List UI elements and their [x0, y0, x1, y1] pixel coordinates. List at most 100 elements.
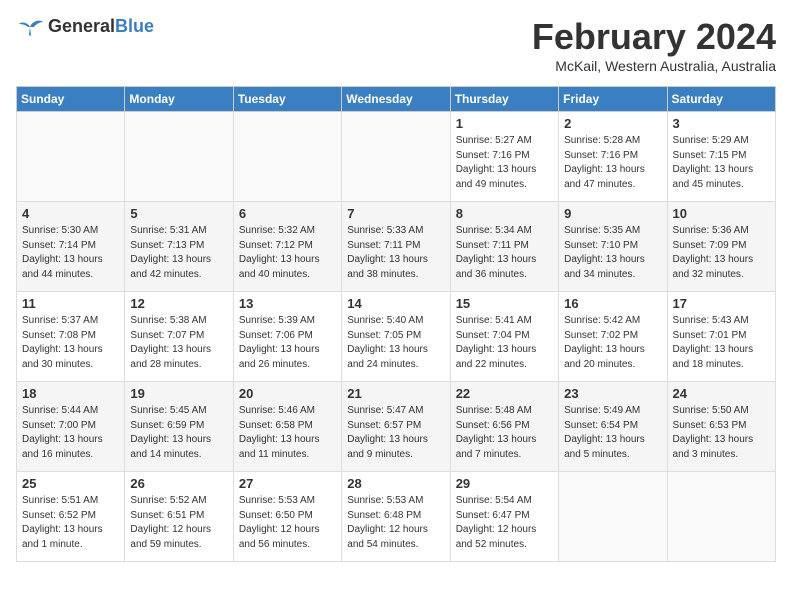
header-saturday: Saturday	[667, 87, 775, 112]
calendar-cell: 25Sunrise: 5:51 AMSunset: 6:52 PMDayligh…	[17, 472, 125, 562]
calendar-cell: 19 Sunrise: 5:45 AMSunset: 6:59 PMDayligh…	[125, 382, 233, 472]
calendar-cell: 10 Sunrise: 5:36 AMSunset: 7:09 PMDayligh…	[667, 202, 775, 292]
day-number: 19	[130, 386, 227, 401]
calendar-cell: 1Sunrise: 5:27 AMSunset: 7:16 PMDaylight…	[450, 112, 558, 202]
logo-blue: Blue	[115, 16, 154, 36]
calendar-cell: 29 Sunrise: 5:54 AMSunset: 6:47 PMDayligh…	[450, 472, 558, 562]
day-number: 22	[456, 386, 553, 401]
day-info: Sunrise: 5:37 AMSunset: 7:08 PMDaylight:…	[22, 314, 119, 372]
calendar-cell: 5Sunrise: 5:31 AMSunset: 7:13 PMDaylight…	[125, 202, 233, 292]
calendar-cell	[559, 472, 667, 562]
day-number: 26	[130, 476, 227, 491]
day-number: 12	[130, 296, 227, 311]
calendar-cell: 26Sunrise: 5:52 AMSunset: 6:51 PMDayligh…	[125, 472, 233, 562]
day-number: 13	[239, 296, 336, 311]
day-number: 14	[347, 296, 444, 311]
calendar-cell: 11 Sunrise: 5:37 AMSunset: 7:08 PMDayligh…	[17, 292, 125, 382]
week-row-1: 1Sunrise: 5:27 AMSunset: 7:16 PMDaylight…	[17, 112, 776, 202]
day-number: 28	[347, 476, 444, 491]
day-info: Sunrise: 5:30 AMSunset: 7:14 PMDaylight:…	[22, 224, 119, 282]
day-number: 6	[239, 206, 336, 221]
calendar-cell: 17Sunrise: 5:43 AMSunset: 7:01 PMDayligh…	[667, 292, 775, 382]
calendar-cell: 16 Sunrise: 5:42 AMSunset: 7:02 PMDayligh…	[559, 292, 667, 382]
day-number: 27	[239, 476, 336, 491]
day-info: Sunrise: 5:44 AMSunset: 7:00 PMDaylight:…	[22, 404, 119, 462]
calendar-cell	[667, 472, 775, 562]
logo-text: GeneralBlue	[48, 16, 154, 37]
logo: GeneralBlue	[16, 16, 154, 37]
calendar-cell: 2Sunrise: 5:28 AMSunset: 7:16 PMDaylight…	[559, 112, 667, 202]
calendar-cell: 21 Sunrise: 5:47 AMSunset: 6:57 PMDayligh…	[342, 382, 450, 472]
day-info: Sunrise: 5:41 AMSunset: 7:04 PMDaylight:…	[456, 314, 553, 372]
day-number: 23	[564, 386, 661, 401]
header-tuesday: Tuesday	[233, 87, 341, 112]
day-number: 9	[564, 206, 661, 221]
day-number: 7	[347, 206, 444, 221]
header-friday: Friday	[559, 87, 667, 112]
calendar-cell: 7 Sunrise: 5:33 AMSunset: 7:11 PMDaylight…	[342, 202, 450, 292]
day-info: Sunrise: 5:39 AMSunset: 7:06 PMDaylight:…	[239, 314, 336, 372]
day-number: 10	[673, 206, 770, 221]
calendar-cell: 22 Sunrise: 5:48 AMSunset: 6:56 PMDayligh…	[450, 382, 558, 472]
day-number: 2	[564, 116, 661, 131]
week-row-2: 4Sunrise: 5:30 AMSunset: 7:14 PMDaylight…	[17, 202, 776, 292]
calendar-cell: 28 Sunrise: 5:53 AMSunset: 6:48 PMDayligh…	[342, 472, 450, 562]
day-number: 18	[22, 386, 119, 401]
calendar-cell: 15 Sunrise: 5:41 AMSunset: 7:04 PMDayligh…	[450, 292, 558, 382]
day-number: 15	[456, 296, 553, 311]
day-number: 8	[456, 206, 553, 221]
title-area: February 2024 McKail, Western Australia,…	[532, 16, 776, 74]
calendar-cell: 13 Sunrise: 5:39 AMSunset: 7:06 PMDayligh…	[233, 292, 341, 382]
calendar-cell: 4Sunrise: 5:30 AMSunset: 7:14 PMDaylight…	[17, 202, 125, 292]
header-thursday: Thursday	[450, 87, 558, 112]
header-sunday: Sunday	[17, 87, 125, 112]
week-row-4: 18 Sunrise: 5:44 AMSunset: 7:00 PMDayligh…	[17, 382, 776, 472]
day-info: Sunrise: 5:45 AMSunset: 6:59 PMDaylight:…	[130, 404, 227, 462]
day-info: Sunrise: 5:49 AMSunset: 6:54 PMDaylight:…	[564, 404, 661, 462]
day-info: Sunrise: 5:34 AMSunset: 7:11 PMDaylight:…	[456, 224, 553, 282]
day-info: Sunrise: 5:31 AMSunset: 7:13 PMDaylight:…	[130, 224, 227, 282]
day-info: Sunrise: 5:40 AMSunset: 7:05 PMDaylight:…	[347, 314, 444, 372]
day-number: 29	[456, 476, 553, 491]
day-info: Sunrise: 5:36 AMSunset: 7:09 PMDaylight:…	[673, 224, 770, 282]
calendar-cell: 18 Sunrise: 5:44 AMSunset: 7:00 PMDayligh…	[17, 382, 125, 472]
day-info: Sunrise: 5:35 AMSunset: 7:10 PMDaylight:…	[564, 224, 661, 282]
calendar-cell	[125, 112, 233, 202]
calendar-cell: 6 Sunrise: 5:32 AMSunset: 7:12 PMDaylight…	[233, 202, 341, 292]
calendar-cell: 20 Sunrise: 5:46 AMSunset: 6:58 PMDayligh…	[233, 382, 341, 472]
header-wednesday: Wednesday	[342, 87, 450, 112]
day-number: 16	[564, 296, 661, 311]
calendar-cell: 24Sunrise: 5:50 AMSunset: 6:53 PMDayligh…	[667, 382, 775, 472]
day-info: Sunrise: 5:50 AMSunset: 6:53 PMDaylight:…	[673, 404, 770, 462]
day-info: Sunrise: 5:54 AMSunset: 6:47 PMDaylight:…	[456, 494, 553, 552]
calendar-cell	[342, 112, 450, 202]
day-info: Sunrise: 5:42 AMSunset: 7:02 PMDaylight:…	[564, 314, 661, 372]
day-number: 20	[239, 386, 336, 401]
calendar-cell: 27Sunrise: 5:53 AMSunset: 6:50 PMDayligh…	[233, 472, 341, 562]
calendar-body: 1Sunrise: 5:27 AMSunset: 7:16 PMDaylight…	[17, 112, 776, 562]
day-number: 3	[673, 116, 770, 131]
calendar-table: SundayMondayTuesdayWednesdayThursdayFrid…	[16, 86, 776, 562]
week-row-5: 25Sunrise: 5:51 AMSunset: 6:52 PMDayligh…	[17, 472, 776, 562]
calendar-cell: 14 Sunrise: 5:40 AMSunset: 7:05 PMDayligh…	[342, 292, 450, 382]
location-title: McKail, Western Australia, Australia	[532, 58, 776, 74]
day-info: Sunrise: 5:38 AMSunset: 7:07 PMDaylight:…	[130, 314, 227, 372]
calendar-cell: 12 Sunrise: 5:38 AMSunset: 7:07 PMDayligh…	[125, 292, 233, 382]
day-number: 11	[22, 296, 119, 311]
month-title: February 2024	[532, 16, 776, 58]
day-info: Sunrise: 5:48 AMSunset: 6:56 PMDaylight:…	[456, 404, 553, 462]
day-info: Sunrise: 5:46 AMSunset: 6:58 PMDaylight:…	[239, 404, 336, 462]
day-info: Sunrise: 5:29 AMSunset: 7:15 PMDaylight:…	[673, 134, 770, 192]
calendar-cell: 9 Sunrise: 5:35 AMSunset: 7:10 PMDaylight…	[559, 202, 667, 292]
day-info: Sunrise: 5:47 AMSunset: 6:57 PMDaylight:…	[347, 404, 444, 462]
calendar-cell: 8 Sunrise: 5:34 AMSunset: 7:11 PMDaylight…	[450, 202, 558, 292]
day-number: 21	[347, 386, 444, 401]
logo-bird-icon	[16, 17, 44, 37]
day-number: 1	[456, 116, 553, 131]
day-info: Sunrise: 5:32 AMSunset: 7:12 PMDaylight:…	[239, 224, 336, 282]
calendar-cell	[233, 112, 341, 202]
day-info: Sunrise: 5:53 AMSunset: 6:48 PMDaylight:…	[347, 494, 444, 552]
week-row-3: 11 Sunrise: 5:37 AMSunset: 7:08 PMDayligh…	[17, 292, 776, 382]
header-monday: Monday	[125, 87, 233, 112]
day-info: Sunrise: 5:33 AMSunset: 7:11 PMDaylight:…	[347, 224, 444, 282]
